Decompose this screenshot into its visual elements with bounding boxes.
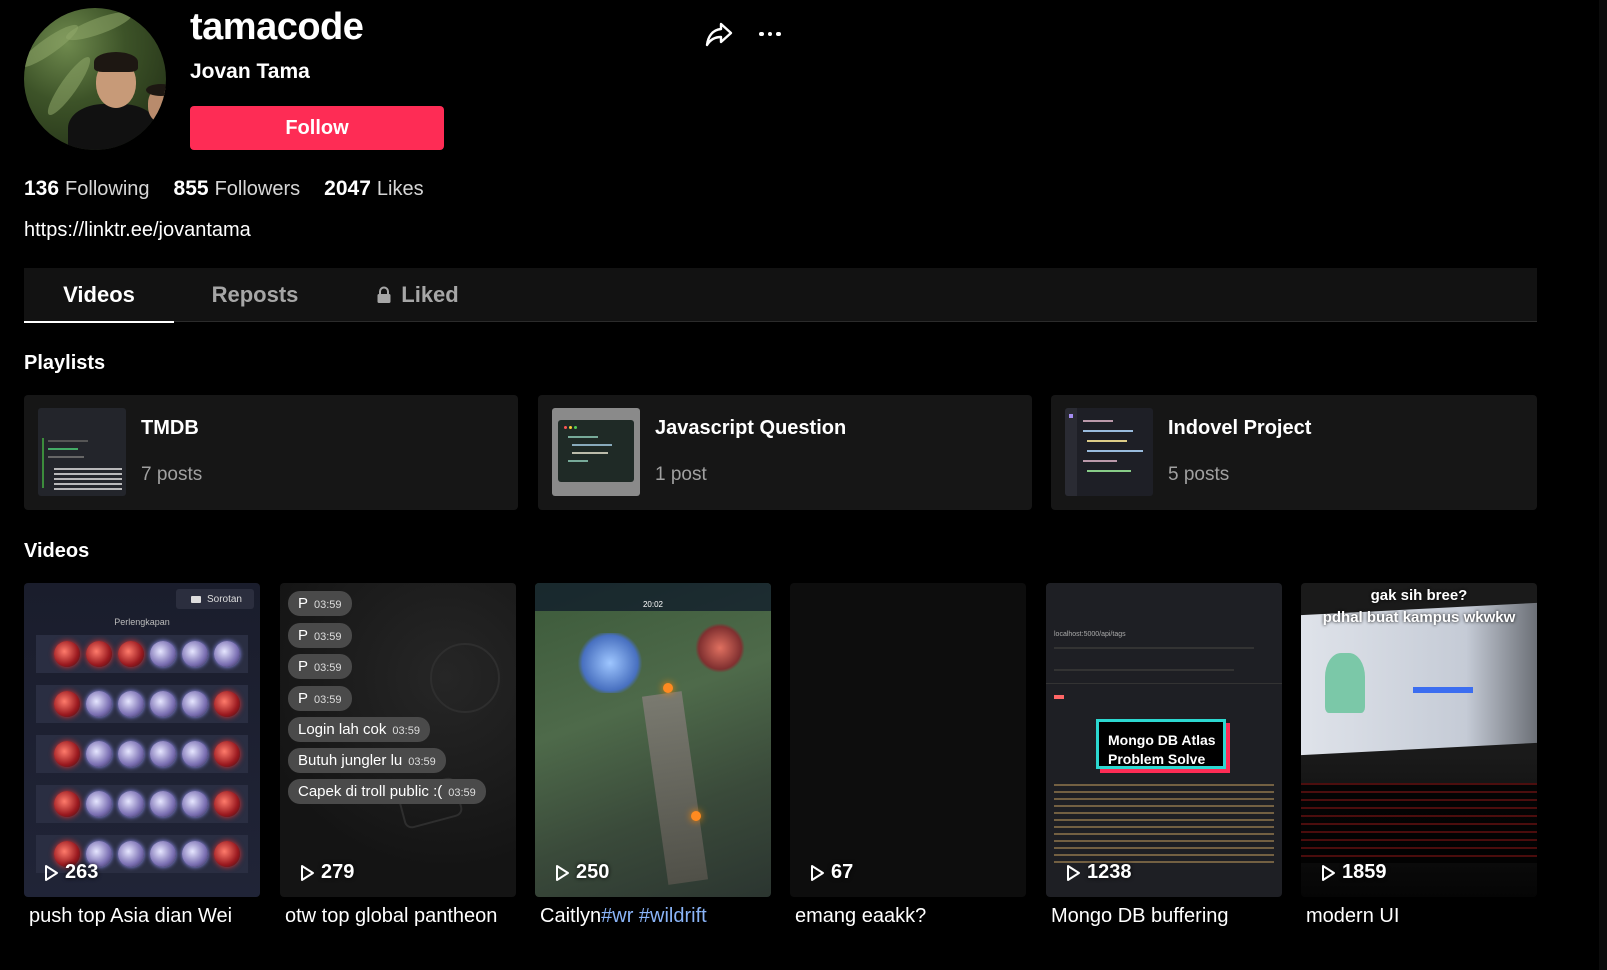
playlist-name: Javascript Question: [655, 417, 847, 439]
chat-message: P 03:59: [288, 591, 352, 616]
caption-text: Caitlyn: [540, 905, 602, 927]
playlist-card[interactable]: Javascript Question 1 post: [538, 395, 1032, 510]
thumb-overlay-text: gak sih bree?: [1370, 587, 1468, 604]
view-count-value: 279: [321, 861, 355, 883]
tab-videos-label: Videos: [63, 282, 135, 307]
playlist-count: 5 posts: [1168, 464, 1230, 485]
playlist-card[interactable]: Indovel Project 5 posts: [1051, 395, 1537, 510]
view-count-value: 1859: [1342, 861, 1387, 883]
playlist-name: Indovel Project: [1168, 417, 1312, 439]
tab-reposts[interactable]: Reposts: [180, 268, 330, 322]
thumb-heading: Perlengkapan: [114, 617, 170, 627]
video-thumbnail: 67: [790, 583, 1026, 897]
video-caption[interactable]: Caitlyn#wr #wildrift: [535, 905, 771, 928]
video-card[interactable]: 20:02 250 Caitlyn#wr #wildrift: [535, 583, 771, 928]
thumb-badge: Sorotan: [206, 593, 242, 605]
view-count: 1859: [1319, 861, 1387, 884]
following-stat[interactable]: 136 Following: [24, 177, 150, 201]
video-thumbnail: gak sih bree? pdhal buat kampus wkwkw 18…: [1301, 583, 1537, 897]
chat-message: Capek di troll public :(03:59: [288, 779, 486, 804]
page-scrollbar[interactable]: [1599, 0, 1607, 970]
video-thumbnail: localhost:5000/api/tags Mongo DB Atlas P…: [1046, 583, 1282, 897]
following-count: 136: [24, 177, 60, 200]
view-count-value: 263: [65, 861, 99, 883]
thumb-overlay-text: Problem Solve: [1108, 751, 1206, 767]
video-thumbnail: P 03:59 P 03:59 P 03:59 P 03:59 Login lah co…: [280, 583, 516, 897]
video-card[interactable]: gak sih bree? pdhal buat kampus wkwkw 18…: [1301, 583, 1537, 928]
video-card[interactable]: P 03:59 P 03:59 P 03:59 P 03:59 Login lah co…: [280, 583, 516, 928]
video-caption[interactable]: modern UI: [1301, 905, 1537, 928]
chat-message: Butuh jungler lu 03:59: [288, 748, 446, 773]
caption-hashtags[interactable]: #wr #wildrift: [601, 905, 707, 927]
video-caption[interactable]: Mongo DB buffering: [1046, 905, 1282, 928]
chat-message: P 03:59: [288, 686, 352, 711]
avatar[interactable]: [24, 8, 166, 150]
thumb-overlay-text: Mongo DB Atlas: [1108, 732, 1216, 748]
thumb-url: localhost:5000/api/tags: [1054, 631, 1126, 638]
share-icon[interactable]: [703, 18, 735, 50]
lock-icon: [377, 286, 391, 303]
likes-stat: 2047 Likes: [324, 177, 423, 201]
tab-videos[interactable]: Videos: [24, 268, 174, 323]
more-options-icon[interactable]: [754, 18, 786, 50]
play-icon: [1067, 864, 1080, 881]
following-label: Following: [65, 178, 150, 200]
display-name: Jovan Tama: [190, 60, 310, 83]
game-timer: 20:02: [642, 600, 664, 609]
tab-reposts-label: Reposts: [211, 282, 299, 307]
video-thumbnail: Sorotan Perlengkapan 263: [24, 583, 260, 897]
view-count: 263: [42, 861, 98, 884]
thumb-overlay-text: pdhal buat kampus wkwkw: [1322, 609, 1516, 626]
play-icon: [45, 864, 58, 881]
playlist-thumbnail: [38, 408, 126, 496]
follow-button[interactable]: Follow: [190, 106, 444, 150]
likes-label: Likes: [376, 178, 424, 200]
followers-label: Followers: [214, 178, 301, 200]
play-icon: [1322, 864, 1335, 881]
video-caption[interactable]: push top Asia dian Wei: [24, 905, 260, 928]
playlist-thumbnail: [552, 408, 640, 496]
tab-liked[interactable]: Liked: [342, 268, 492, 322]
video-card[interactable]: Sorotan Perlengkapan 263 push top Asia d…: [24, 583, 260, 928]
video-card[interactable]: 67 emang eaakk?: [790, 583, 1026, 928]
view-count: 67: [808, 861, 853, 884]
followers-count: 855: [173, 177, 209, 200]
profile-stats: 136 Following 855 Followers 2047 Likes: [24, 177, 424, 201]
chat-message: P 03:59: [288, 654, 352, 679]
video-caption[interactable]: otw top global pantheon: [280, 905, 516, 928]
view-count: 279: [298, 861, 354, 884]
video-caption[interactable]: emang eaakk?: [790, 905, 1026, 928]
video-card[interactable]: localhost:5000/api/tags Mongo DB Atlas P…: [1046, 583, 1282, 928]
view-count-value: 1238: [1087, 861, 1132, 883]
playlist-card[interactable]: TMDB 7 posts: [24, 395, 518, 510]
view-count-value: 250: [576, 861, 610, 883]
followers-stat[interactable]: 855 Followers: [174, 177, 301, 201]
play-icon: [556, 864, 569, 881]
playlist-count: 1 post: [655, 464, 707, 485]
videos-heading: Videos: [24, 540, 90, 562]
playlist-thumbnail: [1065, 408, 1153, 496]
view-count: 1238: [1064, 861, 1132, 884]
profile-tabs: Videos Reposts Liked: [24, 268, 1537, 323]
view-count: 250: [553, 861, 609, 884]
likes-count: 2047: [324, 177, 371, 200]
view-count-value: 67: [831, 861, 854, 883]
play-icon: [301, 864, 314, 881]
tab-liked-label: Liked: [401, 282, 459, 307]
chat-message: Login lah cok 03:59: [288, 717, 430, 742]
bio-link[interactable]: https://linktr.ee/jovantama: [24, 219, 251, 242]
playlist-count: 7 posts: [141, 464, 203, 485]
video-thumbnail: 20:02 250: [535, 583, 771, 897]
playlists-heading: Playlists: [24, 352, 106, 374]
username: tamacode: [190, 6, 364, 48]
playlist-name: TMDB: [141, 417, 199, 439]
play-icon: [811, 864, 824, 881]
chat-message: P 03:59: [288, 623, 352, 648]
